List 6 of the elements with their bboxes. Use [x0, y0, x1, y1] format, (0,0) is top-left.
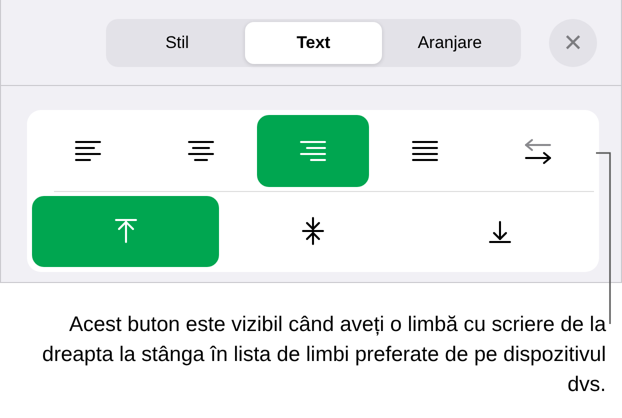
tab[interactable]: Text [245, 22, 382, 64]
direction-arrows-icon [524, 136, 552, 165]
tab[interactable]: Stil [109, 22, 246, 64]
callout-text: Acest buton este vizibil când aveți o limbă cu scriere de la dreapta la stânga în lista de limbi preferate de pe dispozitivul dvs. [41, 312, 606, 398]
tab[interactable]: Aranjare [382, 22, 518, 64]
vertical-align-button[interactable] [32, 196, 220, 267]
